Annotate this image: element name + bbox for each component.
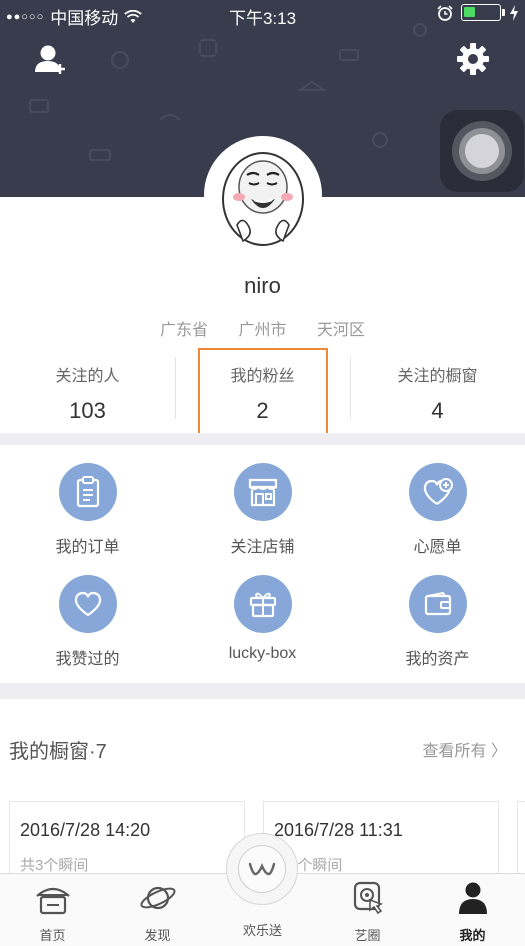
menu-followed-shops[interactable]: 关注店铺 [175, 445, 350, 557]
huanlesong-center-inner [238, 845, 286, 893]
w-logo-icon [248, 862, 276, 876]
window-card[interactable]: 2016/7/28 11:31 共2个瞬间 [263, 801, 499, 881]
stat-followed-windows[interactable]: 关注的橱窗 4 [350, 345, 525, 433]
menu-icon-circle [408, 575, 467, 633]
stat-following-count: 103 [69, 398, 106, 423]
window-card-partial[interactable] [517, 801, 525, 881]
charging-icon [510, 4, 518, 21]
status-bar: ●●○○○ 中国移动 下午3:13 [0, 0, 525, 30]
battery-icon [461, 4, 505, 21]
location-district: 天河区 [316, 322, 365, 339]
menu-icon-circle [233, 463, 292, 521]
menu-followed-shops-label: 关注店铺 [230, 539, 295, 556]
my-windows-title: 我的橱窗·7 [9, 741, 107, 763]
add-friend-button[interactable] [34, 44, 68, 76]
window-card-time: 2016/7/28 14:20 [20, 820, 151, 840]
menu-my-assets-label: 我的资产 [405, 651, 470, 668]
location: 广东省 广州市 天河区 [0, 316, 525, 340]
menu-my-orders[interactable]: 我的订单 [0, 445, 175, 557]
heart-icon [74, 591, 101, 617]
window-card[interactable]: 2016/7/28 14:20 共3个瞬间 [9, 801, 245, 881]
stat-followed-windows-label: 关注的橱窗 [397, 368, 478, 385]
status-right [437, 4, 519, 21]
wallet-icon [424, 591, 451, 616]
tab-huanlesong-label: 欢乐送 [242, 923, 282, 938]
menu-icon-circle [408, 463, 467, 521]
huanlesong-center-button[interactable] [226, 833, 298, 905]
menu-my-assets[interactable]: 我的资产 [350, 557, 525, 669]
username: niro [244, 273, 281, 298]
stat-followers[interactable]: 我的粉丝 2 [175, 345, 350, 433]
shop-icon [248, 478, 277, 507]
stats-row: 关注的人 103 我的粉丝 2 关注的橱窗 4 [0, 345, 525, 433]
assistive-touch-button[interactable] [440, 110, 524, 192]
menu-liked-label: 我赞过的 [55, 651, 120, 668]
settings-button[interactable] [456, 42, 490, 76]
menu-lucky-box-label: lucky-box [228, 645, 297, 662]
menu-wishlist[interactable]: 心愿单 [350, 445, 525, 557]
meme-face-avatar-image [222, 152, 304, 246]
tab-art-circle[interactable]: 艺圈 [315, 874, 420, 946]
touch-circle-icon [353, 881, 383, 915]
tab-discover[interactable]: 发现 [105, 874, 210, 946]
stat-followers-count: 2 [256, 398, 269, 423]
stat-following[interactable]: 关注的人 103 [0, 345, 175, 433]
menu-my-orders-label: 我的订单 [55, 539, 120, 556]
gift-box-icon [249, 592, 276, 618]
tab-mine[interactable]: 我的 [420, 874, 525, 946]
menu-icon-circle [58, 575, 117, 633]
menu-icon-circle [58, 463, 117, 521]
menu-wishlist-label: 心愿单 [413, 539, 462, 556]
avatar[interactable] [204, 136, 322, 254]
tab-mine-label: 我的 [459, 928, 486, 943]
location-province: 广东省 [160, 322, 209, 339]
view-all-link[interactable]: 查看所有 〉 [423, 737, 507, 761]
clipboard-icon [76, 476, 99, 508]
menu-icon-circle [233, 575, 292, 633]
tab-art-circle-label: 艺圈 [354, 928, 381, 943]
stat-following-label: 关注的人 [55, 368, 120, 385]
alarm-icon [437, 4, 453, 21]
tab-discover-label: 发现 [144, 928, 171, 943]
add-user-icon [35, 45, 65, 74]
location-city: 广州市 [238, 322, 287, 339]
menu-lucky-box[interactable]: lucky-box [175, 557, 350, 669]
section-divider [0, 433, 525, 445]
window-card-time: 2016/7/28 11:31 [274, 820, 403, 840]
stat-followed-windows-count: 4 [431, 398, 444, 423]
planet-icon [139, 886, 176, 910]
home-icon [35, 887, 70, 915]
heart-plus-icon [423, 478, 453, 505]
tab-home[interactable]: 首页 [0, 874, 105, 946]
section-divider [0, 683, 525, 699]
menu-liked[interactable]: 我赞过的 [0, 557, 175, 669]
gear-icon [457, 43, 489, 75]
stat-followers-label: 我的粉丝 [230, 368, 295, 385]
window-card-moments: 共3个瞬间 [20, 857, 89, 874]
feature-grid: 我的订单 关注店铺 心愿单 我赞过的 lucky-box 我的资产 [0, 445, 525, 683]
user-icon [458, 882, 487, 914]
tab-home-label: 首页 [39, 928, 66, 943]
